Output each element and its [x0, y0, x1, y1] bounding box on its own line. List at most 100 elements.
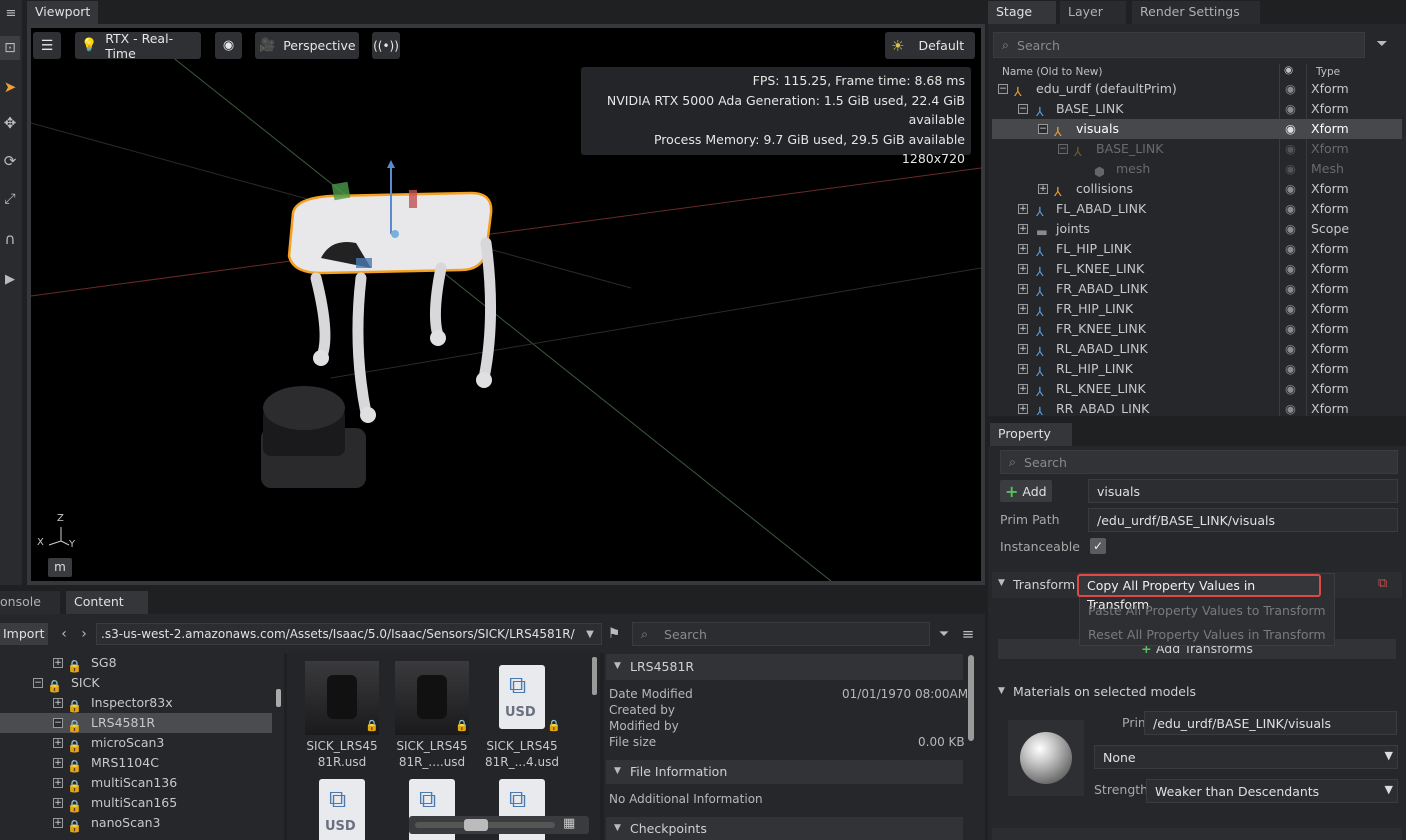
stage-search-input[interactable]: ⌕ Search — [993, 32, 1365, 58]
import-button[interactable]: Import — [0, 623, 48, 645]
expand-icon[interactable]: + — [53, 658, 63, 668]
tree-row-fl-hip-link[interactable]: + ⅄ FL_HIP_LINK ◉ Xform — [992, 239, 1402, 259]
property-search-input[interactable]: ⌕ Search — [1000, 450, 1398, 474]
content-search-input[interactable]: ⌕ Search — [632, 622, 930, 646]
grid-zoom-bar[interactable]: ▦ — [409, 816, 589, 834]
file-info-header[interactable]: ▼ File Information — [606, 760, 963, 784]
eye-icon[interactable]: ◉ — [1285, 259, 1299, 279]
tree-row-fr-knee-link[interactable]: + ⅄ FR_KNEE_LINK ◉ Xform — [992, 319, 1402, 339]
instanceable-checkbox[interactable]: ✓ — [1090, 538, 1106, 554]
expand-icon[interactable]: + — [53, 738, 63, 748]
menu-item-copy-all[interactable]: Copy All Property Values in Transform — [1077, 574, 1321, 612]
tree-row-fl-knee-link[interactable]: + ⅄ FL_KNEE_LINK ◉ Xform — [992, 259, 1402, 279]
tree-row-fl-abad-link[interactable]: + ⅄ FL_ABAD_LINK ◉ Xform — [992, 199, 1402, 219]
scale-icon[interactable]: ⤢ — [0, 188, 20, 210]
expand-icon[interactable]: + — [53, 758, 63, 768]
menu-item-reset-all[interactable]: Reset All Property Values in Transform — [1088, 627, 1326, 642]
next-section-header[interactable] — [992, 828, 1402, 840]
renderer-button[interactable]: 💡 RTX - Real-Time — [75, 31, 201, 61]
path-dropdown-icon[interactable]: ▼ — [582, 625, 598, 643]
tree-row-visuals[interactable]: − ⅄ visuals ◉ Xform — [992, 119, 1402, 139]
expand-icon[interactable]: + — [1018, 384, 1028, 394]
move-icon[interactable]: ✥ — [0, 112, 20, 134]
audio-button[interactable]: ((•)) — [372, 32, 400, 59]
tree-item-sick[interactable]: − 🔒 SICK — [0, 673, 280, 693]
zoom-slider-handle[interactable] — [464, 819, 488, 831]
tree-item-nanoscan3[interactable]: + 🔒 nanoScan3 — [0, 813, 280, 833]
tab-content[interactable]: Content — [66, 591, 148, 614]
transform-settings-icon[interactable]: ⧉ — [1378, 576, 1387, 591]
tab-layer[interactable]: Layer — [1060, 1, 1126, 24]
tab-stage[interactable]: Stage — [988, 1, 1056, 24]
details-header[interactable]: ▼ LRS4581R — [606, 654, 963, 680]
eye-icon[interactable]: ◉ — [1285, 319, 1299, 339]
tree-row-rr-abad-link[interactable]: + ⅄ RR_ABAD_LINK ◉ Xform — [992, 399, 1402, 415]
add-button[interactable]: + Add — [1000, 480, 1052, 502]
tree-row-joints[interactable]: + ▬ joints ◉ Scope — [992, 219, 1402, 239]
file-thumbnail[interactable]: 🔒 — [305, 661, 379, 735]
expand-icon[interactable]: + — [53, 798, 63, 808]
eye-icon[interactable]: ◉ — [1285, 139, 1299, 159]
content-path-input[interactable]: .s3-us-west-2.amazonaws.com/Assets/Isaac… — [96, 623, 602, 645]
details-scrollbar[interactable] — [968, 655, 974, 741]
tree-row-edu-urdf[interactable]: − ⅄ edu_urdf (defaultPrim) ◉ Xform — [992, 79, 1402, 99]
tab-render-settings[interactable]: Render Settings — [1132, 1, 1260, 24]
menu-item-paste-all[interactable]: Paste All Property Values to Transform — [1088, 603, 1326, 618]
collapse-icon[interactable]: − — [1058, 144, 1068, 154]
settings-button[interactable]: ☰ — [33, 32, 61, 59]
collapse-icon[interactable]: − — [1018, 104, 1028, 114]
collapse-icon[interactable]: − — [33, 678, 43, 688]
eye-icon[interactable]: ◉ — [1285, 299, 1299, 319]
tab-console[interactable]: onsole — [0, 591, 60, 614]
material-prim-input[interactable]: /edu_urdf/BASE_LINK/visuals — [1144, 711, 1397, 735]
eye-icon[interactable]: ◉ — [1285, 239, 1299, 259]
forward-arrow-icon[interactable]: › — [76, 624, 92, 644]
unit-badge[interactable]: m — [48, 558, 72, 577]
collapse-icon[interactable]: − — [998, 84, 1008, 94]
tree-row-fr-hip-link[interactable]: + ⅄ FR_HIP_LINK ◉ Xform — [992, 299, 1402, 319]
tree-row-mesh[interactable]: ⬢ mesh ◉ Mesh — [992, 159, 1402, 179]
tree-item-lrs4581r[interactable]: − 🔒 LRS4581R — [0, 713, 272, 733]
viewport-canvas[interactable]: FPS: 115.25, Frame time: 8.68 ms NVIDIA … — [31, 28, 981, 581]
tree-row-collisions[interactable]: + ⅄ collisions ◉ Xform — [992, 179, 1402, 199]
grid-scrollbar-vertical[interactable] — [592, 657, 597, 695]
eye-icon[interactable]: ◉ — [1285, 159, 1299, 179]
grid-view-icon[interactable]: ▦ — [563, 816, 575, 831]
eye-icon[interactable]: ◉ — [1285, 79, 1299, 99]
material-select[interactable]: None ▼ — [1094, 745, 1398, 769]
expand-icon[interactable]: + — [1018, 404, 1028, 414]
expand-icon[interactable]: + — [1018, 304, 1028, 314]
collapse-icon[interactable]: − — [1038, 124, 1048, 134]
tree-item-multiscan165[interactable]: + 🔒 multiScan165 — [0, 793, 280, 813]
select-tool-icon[interactable]: ⊡ — [0, 36, 20, 60]
expand-icon[interactable]: + — [53, 818, 63, 828]
tab-property[interactable]: Property — [990, 423, 1072, 446]
eye-icon[interactable]: ◉ — [1285, 399, 1299, 415]
eye-icon[interactable]: ◉ — [1285, 379, 1299, 399]
file-thumbnail[interactable]: ⧉ USD — [305, 775, 379, 840]
col-name-header[interactable]: Name (Old to New) — [1002, 66, 1102, 78]
tree-item-inspector83x[interactable]: + 🔒 Inspector83x — [0, 693, 280, 713]
tree-row-base-link-instance[interactable]: − ⅄ BASE_LINK ◉ Xform — [992, 139, 1402, 159]
expand-icon[interactable]: + — [53, 698, 63, 708]
tree-item-multiscan136[interactable]: + 🔒 multiScan136 — [0, 773, 280, 793]
tree-row-base-link[interactable]: − ⅄ BASE_LINK ◉ Xform — [992, 99, 1402, 119]
tree-scrollbar[interactable] — [276, 689, 281, 707]
back-arrow-icon[interactable]: ‹ — [56, 624, 72, 644]
filter-icon[interactable]: ⏷ — [1372, 34, 1392, 54]
expand-icon[interactable]: + — [1038, 184, 1048, 194]
expand-icon[interactable]: + — [1018, 204, 1028, 214]
eye-icon[interactable]: ◉ — [1285, 99, 1299, 119]
tree-item-mrs1104c[interactable]: + 🔒 MRS1104C — [0, 753, 280, 773]
camera-button[interactable]: 🎥 Perspective — [255, 32, 359, 59]
eye-icon[interactable]: ◉ — [1285, 119, 1299, 139]
expand-icon[interactable]: + — [1018, 284, 1028, 294]
eye-icon[interactable]: ◉ — [1285, 179, 1299, 199]
expand-icon[interactable]: + — [53, 778, 63, 788]
tree-row-rl-abad-link[interactable]: + ⅄ RL_ABAD_LINK ◉ Xform — [992, 339, 1402, 359]
rotate-icon[interactable]: ⟳ — [0, 150, 20, 172]
filter-icon[interactable]: ⏷ — [934, 625, 954, 643]
tab-viewport[interactable]: Viewport — [27, 1, 99, 24]
lighting-button[interactable]: ☀ Default — [885, 32, 975, 59]
strength-select[interactable]: Weaker than Descendants ▼ — [1146, 779, 1398, 803]
